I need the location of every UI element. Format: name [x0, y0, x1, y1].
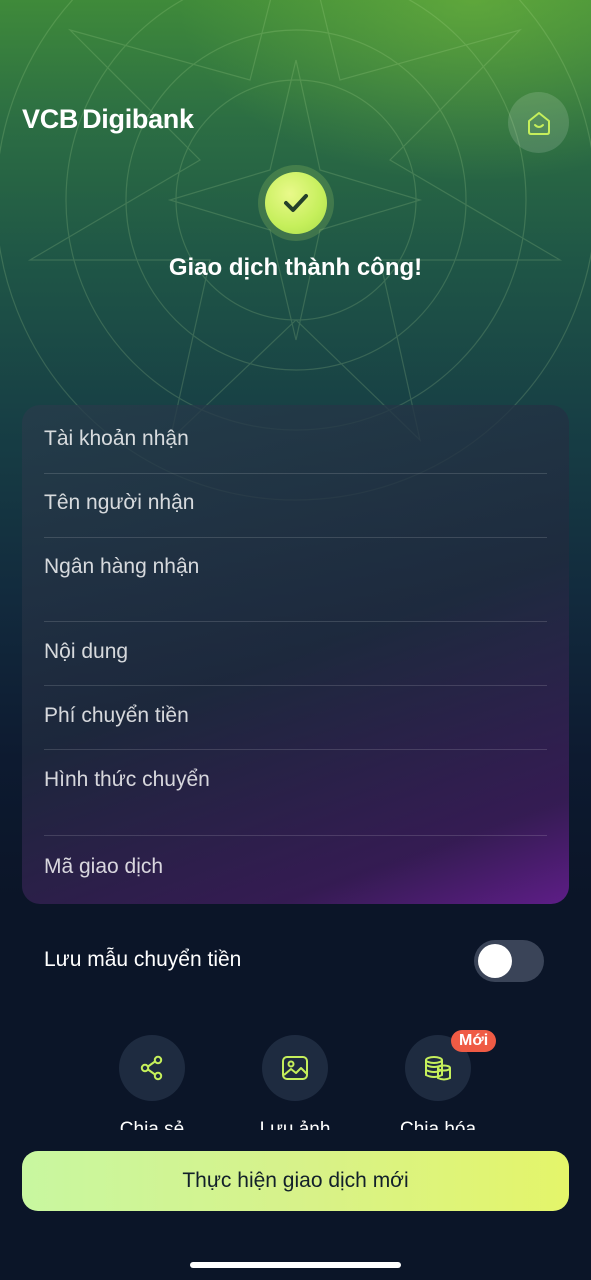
logo-vcb-text: VCB: [22, 104, 79, 134]
share-button[interactable]: [119, 1035, 185, 1101]
detail-label: Phí chuyển tiền: [44, 704, 189, 727]
check-icon: [265, 172, 327, 234]
save-template-label: Lưu mẫu chuyển tiền: [44, 948, 242, 971]
image-icon: [282, 1056, 308, 1080]
success-title: Giao dịch thành công!: [168, 254, 423, 281]
detail-row-transaction-code: Mã giao dịch: [44, 855, 547, 895]
detail-label: Tên người nhận: [44, 491, 195, 514]
detail-label: Mã giao dịch: [44, 855, 164, 878]
detail-row-receiver-bank: Ngân hàng nhận: [44, 555, 547, 622]
detail-row-receiver-account: Tài khoản nhận: [44, 427, 547, 474]
home-indicator: [190, 1262, 401, 1268]
detail-row-fee: Phí chuyển tiền: [44, 704, 547, 750]
app-logo: VCB Digibank: [22, 104, 194, 138]
logo-digibank-text: Digibank: [82, 104, 194, 134]
success-badge: [258, 165, 334, 241]
toggle-knob: [478, 944, 512, 978]
detail-label: Hình thức chuyển: [44, 768, 210, 791]
coins-icon: [425, 1056, 451, 1081]
split-bill-label: Chia hóa: [399, 1119, 477, 1130]
detail-row-receiver-name: Tên người nhận: [44, 491, 547, 538]
detail-row-transfer-method: Hình thức chuyển: [44, 768, 547, 836]
share-label: Chia sẻ: [119, 1119, 185, 1130]
home-button[interactable]: [508, 92, 569, 153]
new-badge: Mới: [451, 1030, 497, 1052]
detail-label: Nội dung: [44, 640, 129, 663]
share-icon: [140, 1055, 163, 1081]
detail-label: Ngân hàng nhận: [44, 555, 200, 578]
transaction-details-card: Tài khoản nhận Tên người nhận Ngân hàng …: [22, 405, 569, 904]
detail-label: Tài khoản nhận: [44, 427, 189, 450]
new-transaction-button[interactable]: Thực hiện giao dịch mới: [22, 1151, 569, 1211]
save-image-button[interactable]: [262, 1035, 328, 1101]
detail-row-content: Nội dung: [44, 640, 547, 686]
save-template-toggle[interactable]: [474, 940, 544, 982]
home-icon: [527, 111, 550, 135]
save-image-label: Lưu ảnh: [259, 1119, 331, 1130]
